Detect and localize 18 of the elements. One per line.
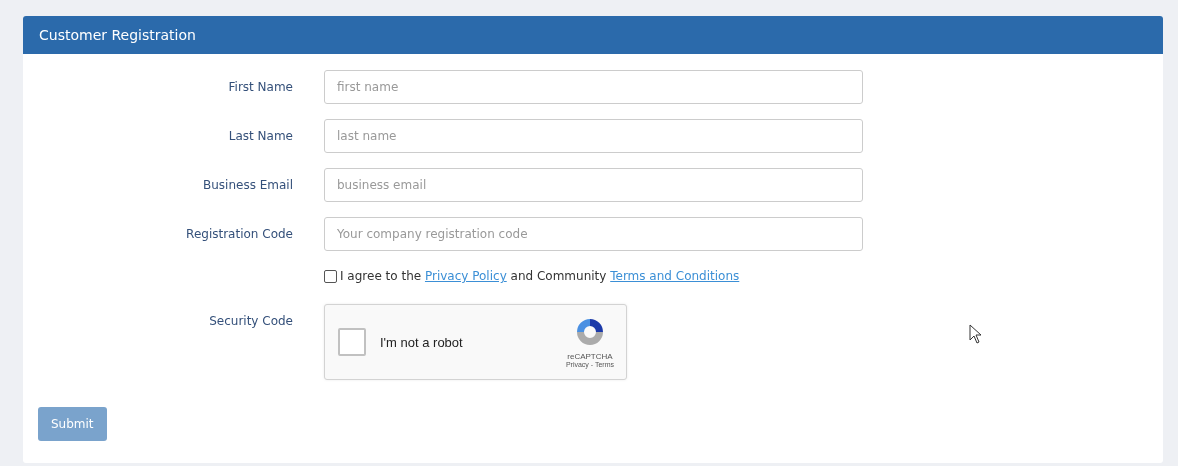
- terms-link[interactable]: Terms and Conditions: [610, 269, 740, 283]
- agreement-text: I agree to the Privacy Policy and Community Terms and Conditions: [340, 269, 740, 283]
- field-label: Security Code: [208, 314, 293, 328]
- captcha-brand: reCAPTCHA: [567, 352, 613, 361]
- checkbox[interactable]: [324, 269, 337, 283]
- input-field[interactable]: last name: [324, 119, 863, 153]
- mouse-cursor-icon: [969, 324, 983, 344]
- field-label: First Name: [227, 80, 293, 94]
- captcha-checkbox[interactable]: [338, 328, 366, 356]
- input-field[interactable]: first name: [324, 70, 863, 104]
- field-label: Business Email: [201, 178, 293, 192]
- field-label: Registration Code: [185, 227, 293, 241]
- captcha-label: I'm not a robot: [380, 334, 463, 350]
- privacy-link[interactable]: Privacy Policy: [424, 269, 507, 283]
- field-label: Last Name: [227, 129, 293, 143]
- input-field[interactable]: business email: [324, 168, 863, 202]
- input-field[interactable]: Your company registration code: [324, 217, 863, 251]
- panel-title: Customer Registration: [39, 27, 196, 43]
